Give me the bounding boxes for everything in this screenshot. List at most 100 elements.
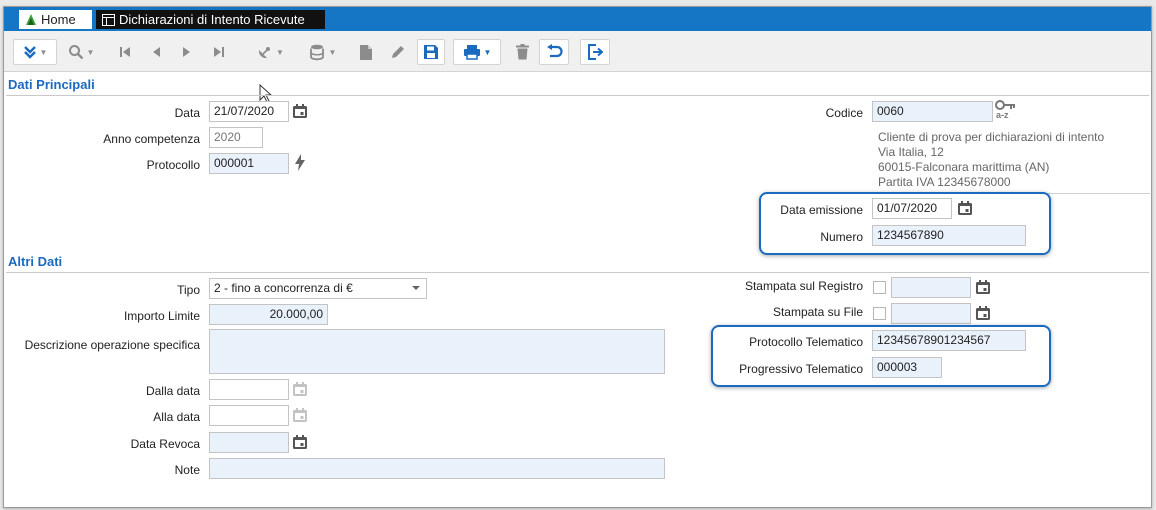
section-divider bbox=[6, 272, 1149, 273]
database-button[interactable]: ▼ bbox=[303, 39, 343, 65]
calendar-icon[interactable] bbox=[292, 103, 308, 119]
exit-icon bbox=[588, 44, 603, 60]
trash-icon bbox=[515, 44, 529, 60]
cliente-info: Cliente di prova per dichiarazioni di in… bbox=[878, 130, 1104, 190]
cliente-city: 60015-Falconara marittima (AN) bbox=[878, 160, 1050, 174]
protocollo-field[interactable]: 000001 bbox=[209, 153, 289, 174]
progressivo-telematico-label: Progressivo Telematico bbox=[739, 362, 863, 376]
database-icon bbox=[309, 44, 324, 60]
home-logo-icon bbox=[25, 13, 37, 26]
stampata-file-label: Stampata su File bbox=[772, 305, 863, 319]
protocollo-label: Protocollo bbox=[146, 158, 200, 172]
previous-icon bbox=[153, 47, 160, 57]
next-record-button[interactable] bbox=[176, 39, 198, 65]
data-revoca-field[interactable] bbox=[209, 432, 289, 453]
calendar-icon[interactable] bbox=[292, 381, 308, 397]
importo-limite-label: Importo Limite bbox=[123, 309, 200, 323]
tipo-select[interactable]: 2 - fino a concorrenza di € bbox=[209, 278, 427, 299]
tab-home[interactable]: Home bbox=[19, 10, 92, 29]
stampata-registro-checkbox[interactable] bbox=[873, 281, 886, 294]
dalla-data-field[interactable] bbox=[209, 379, 289, 400]
dalla-data-label: Dalla data bbox=[145, 384, 200, 398]
search-icon bbox=[68, 45, 83, 60]
edit-button[interactable] bbox=[387, 39, 409, 65]
descrizione-label: Descrizione operazione specifica bbox=[24, 338, 200, 352]
section-divider bbox=[6, 95, 1149, 96]
data-label: Data bbox=[174, 106, 200, 120]
data-revoca-label: Data Revoca bbox=[130, 437, 200, 451]
numero-label: Numero bbox=[820, 230, 863, 244]
delete-button[interactable] bbox=[511, 39, 533, 65]
progressivo-telematico-field[interactable]: 000003 bbox=[872, 357, 942, 378]
tipo-label: Tipo bbox=[177, 283, 200, 297]
printer-icon bbox=[463, 45, 480, 60]
stampata-registro-label: Stampata sul Registro bbox=[744, 279, 863, 293]
codice-field[interactable]: 0060 bbox=[872, 101, 993, 122]
tab-document[interactable]: Dichiarazioni di Intento Ricevute bbox=[96, 10, 325, 29]
document-table-icon bbox=[102, 13, 115, 26]
tipo-selected-value: 2 - fino a concorrenza di € bbox=[214, 281, 353, 295]
alla-data-label: Alla data bbox=[153, 410, 200, 424]
dropdown-caret-icon: ▼ bbox=[276, 47, 284, 57]
az-sort-label: a-z bbox=[996, 110, 1009, 120]
app-window: Home Dichiarazioni di Intento Ricevute ▼… bbox=[3, 6, 1152, 508]
tab-bar: Home Dichiarazioni di Intento Ricevute bbox=[4, 7, 1151, 31]
note-label: Note bbox=[174, 463, 200, 477]
note-field[interactable] bbox=[209, 458, 665, 479]
calendar-icon[interactable] bbox=[975, 305, 991, 321]
satellite-icon bbox=[258, 46, 271, 58]
toolbar: ▼ ▼ ▼ ▼ ▼ bbox=[4, 31, 1151, 72]
tab-home-label: Home bbox=[41, 12, 76, 27]
first-icon bbox=[120, 47, 130, 57]
anno-competenza-field[interactable]: 2020 bbox=[209, 127, 263, 148]
data-field[interactable]: 21/07/2020 bbox=[209, 101, 289, 122]
section-dati-principali: Dati Principali bbox=[8, 77, 95, 92]
search-button[interactable]: ▼ bbox=[62, 39, 100, 65]
new-document-button[interactable] bbox=[355, 39, 377, 65]
previous-record-button[interactable] bbox=[145, 39, 167, 65]
chevron-down-icon bbox=[412, 286, 420, 290]
data-emissione-label: Data emissione bbox=[780, 203, 863, 217]
print-button[interactable]: ▼ bbox=[453, 39, 501, 65]
calendar-icon[interactable] bbox=[975, 279, 991, 295]
undo-icon bbox=[546, 44, 563, 58]
calendar-icon[interactable] bbox=[292, 407, 308, 423]
numero-field[interactable]: 1234567890 bbox=[872, 225, 1026, 246]
first-record-button[interactable] bbox=[114, 39, 136, 65]
tools-button[interactable]: ▼ bbox=[250, 39, 290, 65]
anno-competenza-label: Anno competenza bbox=[103, 132, 200, 146]
calendar-icon[interactable] bbox=[957, 200, 973, 216]
dropdown-caret-icon: ▼ bbox=[86, 47, 95, 57]
lightning-icon[interactable] bbox=[294, 154, 306, 171]
next-icon bbox=[183, 47, 190, 57]
data-emissione-field[interactable]: 01/07/2020 bbox=[872, 198, 952, 219]
expand-menu-button[interactable]: ▼ bbox=[13, 39, 57, 65]
alla-data-field[interactable] bbox=[209, 405, 289, 426]
calendar-icon[interactable] bbox=[292, 434, 308, 450]
dropdown-caret-icon: ▼ bbox=[328, 47, 337, 57]
dropdown-caret-icon: ▼ bbox=[483, 47, 492, 57]
last-icon bbox=[214, 47, 224, 57]
dropdown-caret-icon: ▼ bbox=[39, 47, 48, 57]
stampata-file-checkbox[interactable] bbox=[873, 307, 886, 320]
protocollo-telematico-label: Protocollo Telematico bbox=[749, 335, 863, 349]
stampata-file-date[interactable] bbox=[891, 303, 971, 324]
descrizione-field[interactable] bbox=[209, 329, 665, 374]
codice-label: Codice bbox=[825, 106, 863, 120]
protocollo-telematico-field[interactable]: 12345678901234567 bbox=[872, 330, 1026, 351]
exit-button[interactable] bbox=[580, 39, 610, 65]
stampata-registro-date[interactable] bbox=[891, 277, 971, 298]
undo-button[interactable] bbox=[539, 39, 569, 65]
save-button[interactable] bbox=[417, 39, 445, 65]
importo-limite-field[interactable]: 20.000,00 bbox=[209, 304, 328, 325]
tab-document-label: Dichiarazioni di Intento Ricevute bbox=[119, 12, 305, 27]
pencil-icon bbox=[392, 46, 404, 58]
search-key-icon[interactable]: a-z bbox=[995, 100, 1017, 122]
new-document-icon bbox=[360, 44, 372, 60]
double-chevron-down-icon bbox=[23, 46, 36, 59]
cliente-address: Via Italia, 12 bbox=[878, 145, 944, 159]
cliente-vat: Partita IVA 12345678000 bbox=[878, 175, 1011, 189]
section-altri-dati: Altri Dati bbox=[8, 254, 63, 269]
cliente-name: Cliente di prova per dichiarazioni di in… bbox=[878, 130, 1105, 144]
last-record-button[interactable] bbox=[208, 39, 230, 65]
